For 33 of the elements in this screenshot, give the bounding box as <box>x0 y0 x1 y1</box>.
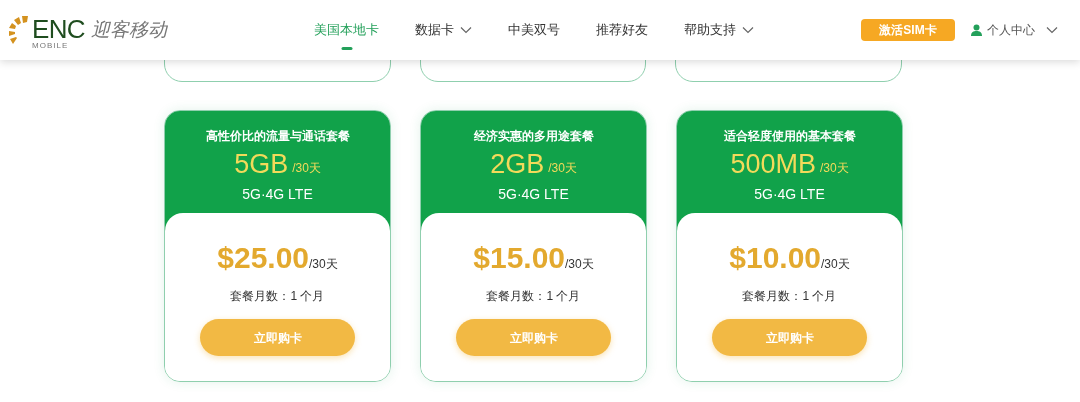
data-period: /30天 <box>292 160 321 177</box>
network-label: 5G·4G LTE <box>498 185 569 204</box>
chevron-down-icon <box>1046 26 1058 34</box>
data-amount: 500MB <box>730 151 816 178</box>
nav-tab[interactable]: 数据卡 <box>415 0 472 60</box>
nav-tab[interactable]: 帮助支持 <box>684 0 754 60</box>
nav-tab[interactable]: 中美双号 <box>508 0 560 60</box>
data-amount: 2GB <box>490 151 545 178</box>
plan-tagline: 高性价比的流量与通话套餐 <box>205 128 350 145</box>
account-menu[interactable]: 个人中心 <box>971 21 1058 39</box>
price: $15.00 <box>473 243 566 273</box>
price: $25.00 <box>217 243 310 273</box>
nav-tab[interactable]: 推荐好友 <box>596 0 648 60</box>
price-period: /30天 <box>565 257 594 273</box>
data-amount: 5GB <box>234 151 289 178</box>
logo-subtext: MOBILE <box>32 42 70 50</box>
brand-name: 迎客移动 <box>90 17 167 42</box>
price-period: /30天 <box>309 257 338 273</box>
plan-months: 套餐月数：1 个月 <box>230 288 325 305</box>
network-label: 5G·4G LTE <box>242 185 313 204</box>
network-label: 5G·4G LTE <box>754 185 825 204</box>
data-period: /30天 <box>548 160 577 177</box>
plan-months: 套餐月数：1 个月 <box>742 288 837 305</box>
nav-tab[interactable]: 美国本地卡 <box>314 0 379 60</box>
price: $10.00 <box>729 243 822 273</box>
plan-tagline: 经济实惠的多用途套餐 <box>473 128 594 145</box>
plan-tagline: 适合轻度使用的基本套餐 <box>723 128 856 145</box>
price-period: /30天 <box>821 257 850 273</box>
logo-sunburst-icon <box>8 14 30 46</box>
data-period: /30天 <box>819 160 849 177</box>
logo-text: ENC <box>32 16 85 42</box>
user-icon <box>971 24 982 36</box>
plan-months: 套餐月数：1 个月 <box>486 288 581 305</box>
